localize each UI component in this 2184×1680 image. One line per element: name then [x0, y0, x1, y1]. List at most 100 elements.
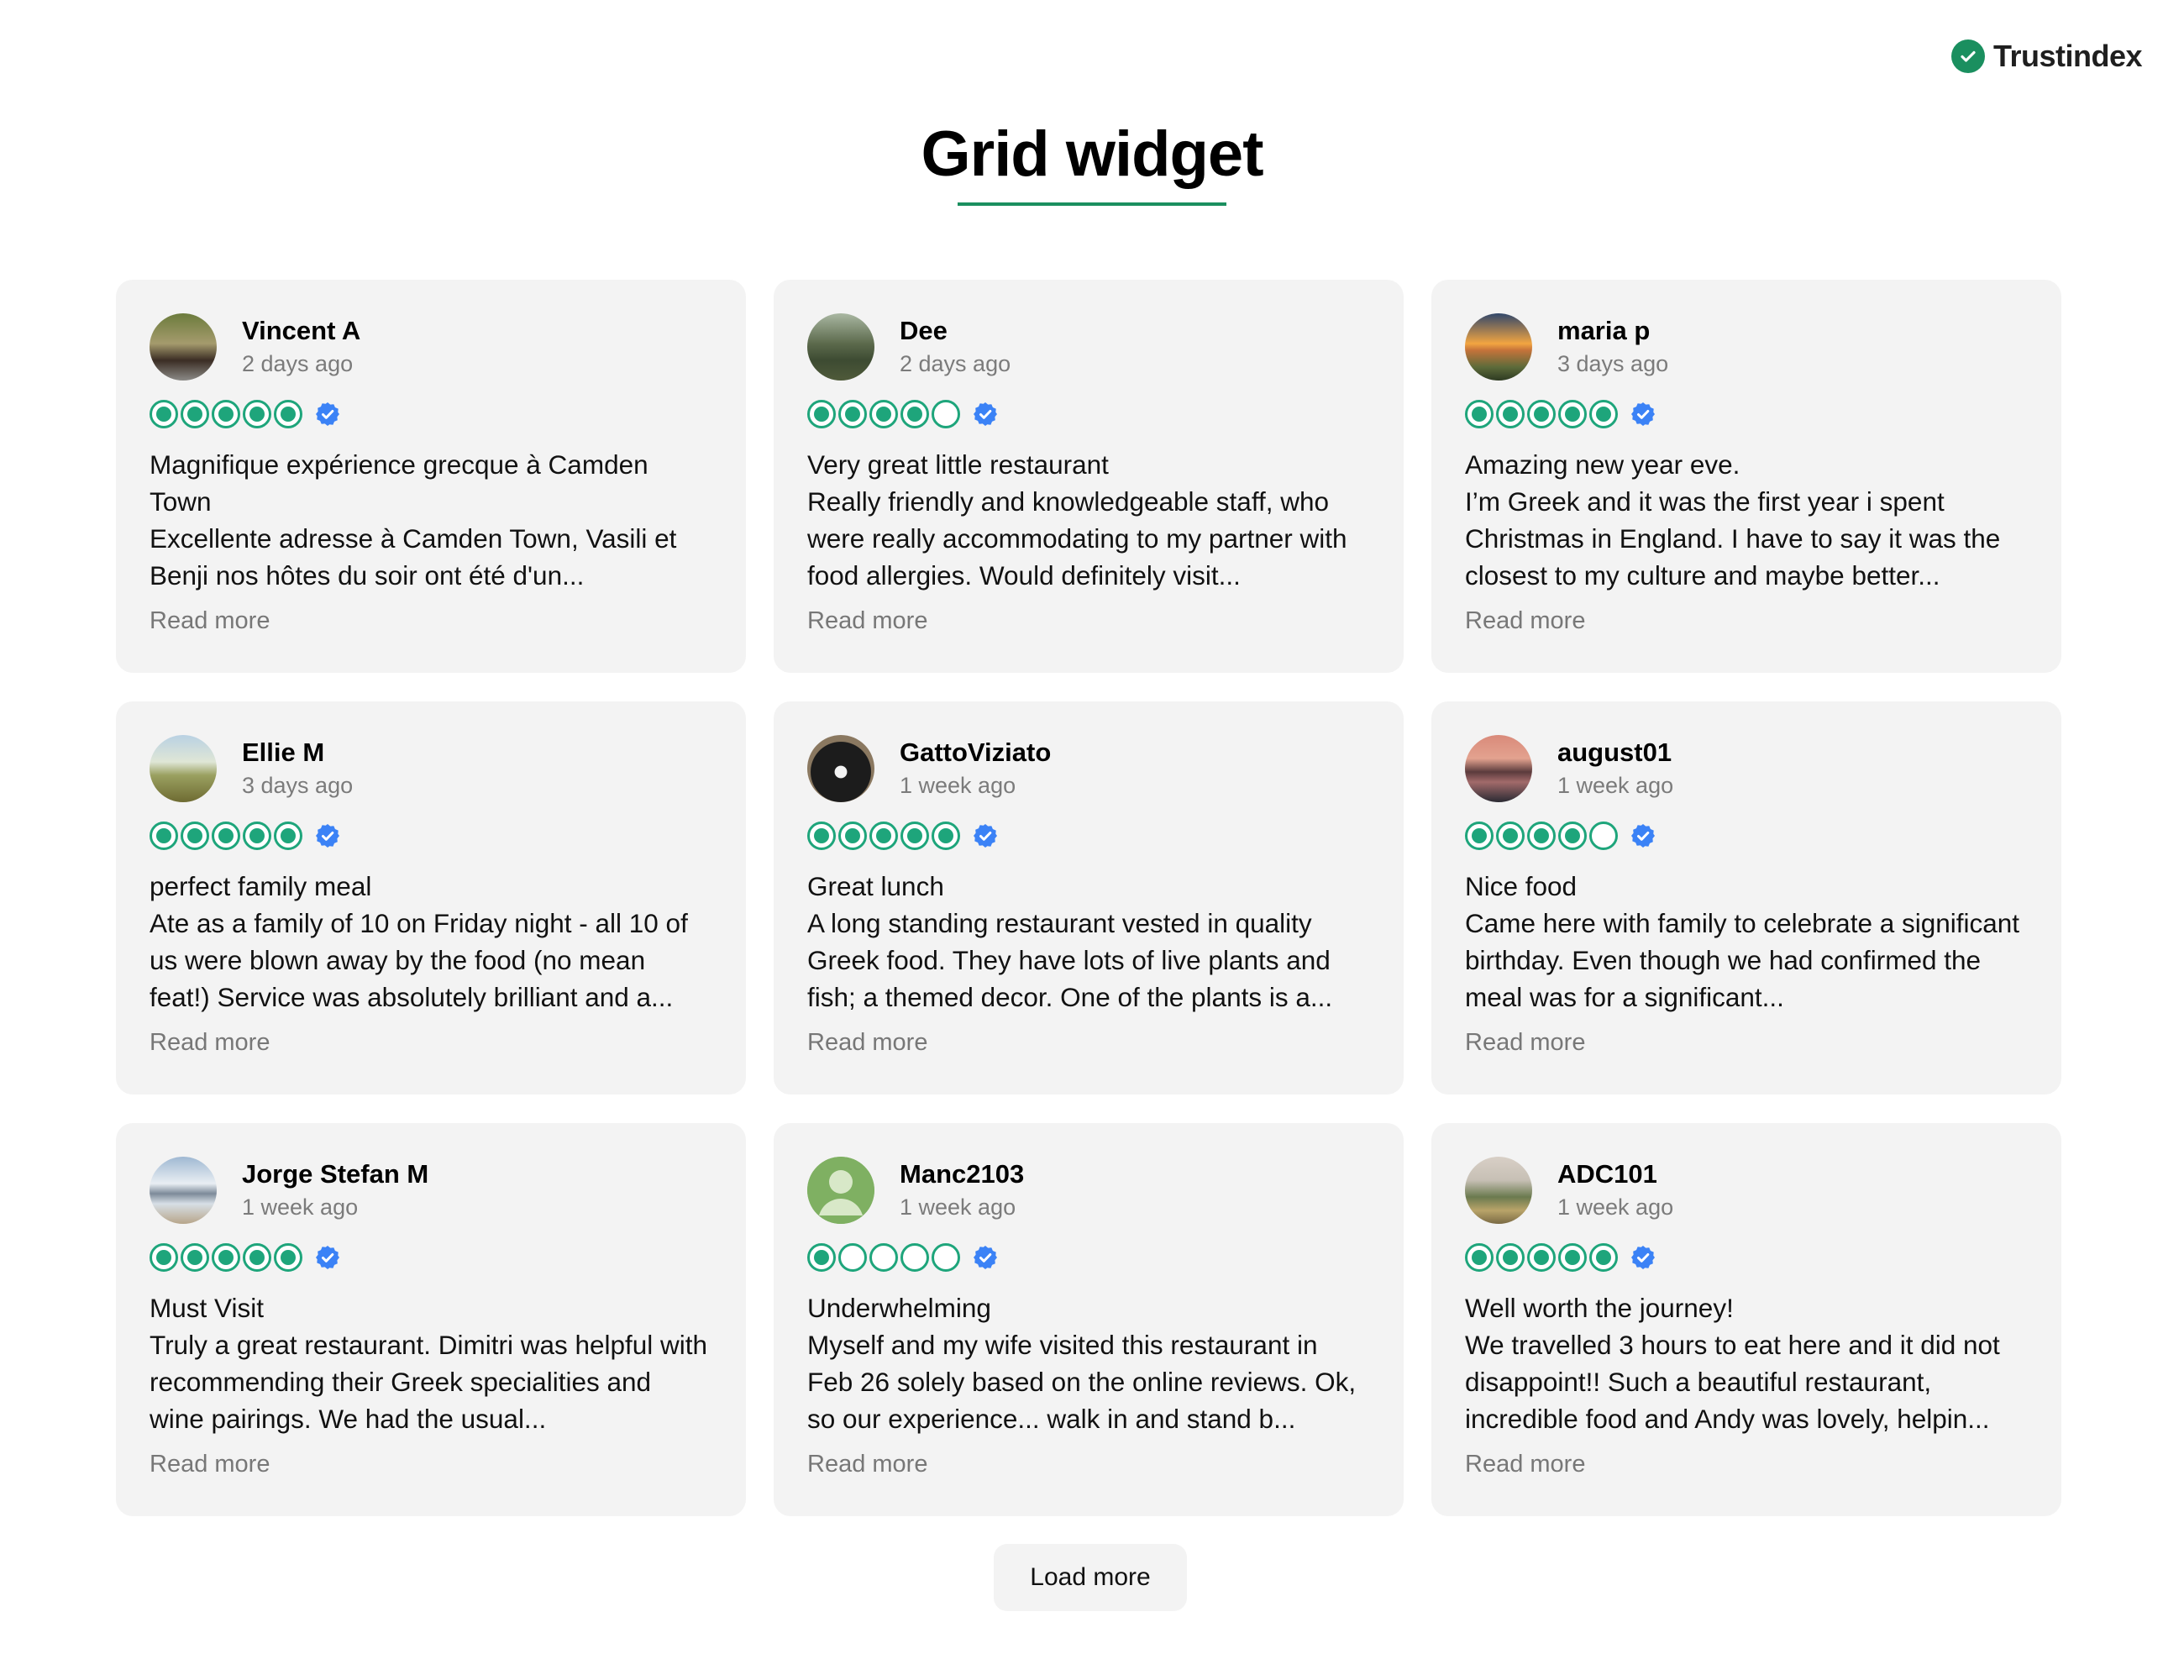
star-filled-icon: [150, 400, 178, 428]
verified-badge-icon: [972, 401, 999, 428]
verified-badge-icon: [1630, 822, 1656, 849]
star-empty-icon: [932, 1243, 960, 1272]
star-rating: [807, 822, 960, 850]
avatar: [807, 313, 874, 381]
avatar: [1465, 313, 1532, 381]
star-filled-icon: [181, 400, 209, 428]
review-title: Must Visit: [150, 1293, 264, 1323]
review-date: 1 week ago: [900, 1194, 1016, 1220]
read-more-link[interactable]: Read more: [1465, 1447, 2028, 1481]
star-filled-icon: [212, 1243, 240, 1272]
review-header: Vincent A 2 days ago: [150, 313, 712, 381]
star-filled-icon: [274, 822, 302, 850]
read-more-link[interactable]: Read more: [150, 1026, 712, 1059]
review-card: Vincent A 2 days ago Magnifique expérien…: [116, 280, 746, 673]
star-filled-icon: [1589, 400, 1618, 428]
review-header: maria p 3 days ago: [1465, 313, 2028, 381]
star-filled-icon: [274, 1243, 302, 1272]
review-title: Amazing new year eve.: [1465, 449, 1740, 480]
star-rating: [807, 1243, 960, 1272]
star-filled-icon: [274, 400, 302, 428]
rating-row: [150, 1241, 712, 1274]
review-text: perfect family meal Ate as a family of 1…: [150, 868, 712, 1016]
reviewer-name: ADC101: [1557, 1159, 1657, 1189]
read-more-link[interactable]: Read more: [1465, 1026, 2028, 1059]
review-title: perfect family meal: [150, 871, 372, 901]
rating-row: [807, 397, 1370, 431]
review-title: Great lunch: [807, 871, 944, 901]
star-filled-icon: [807, 822, 836, 850]
review-text: Must Visit Truly a great restaurant. Dim…: [150, 1289, 712, 1437]
star-filled-icon: [869, 822, 898, 850]
star-filled-icon: [1527, 1243, 1556, 1272]
star-rating: [1465, 822, 1618, 850]
star-filled-icon: [243, 400, 271, 428]
review-body: Really friendly and knowledgeable staff,…: [807, 486, 1347, 591]
star-filled-icon: [838, 400, 867, 428]
review-header: Dee 2 days ago: [807, 313, 1370, 381]
reviewer-name: Dee: [900, 316, 948, 345]
review-card: Manc2103 1 week ago Underwhelming Myself…: [774, 1123, 1404, 1516]
read-more-link[interactable]: Read more: [807, 1026, 1370, 1059]
star-filled-icon: [1558, 822, 1587, 850]
star-filled-icon: [1589, 1243, 1618, 1272]
reviewer-name: Vincent A: [242, 316, 361, 345]
review-body: I’m Greek and it was the first year i sp…: [1465, 486, 2001, 591]
review-header: GattoViziato 1 week ago: [807, 735, 1370, 802]
reviewer-name: Jorge Stefan M: [242, 1159, 429, 1189]
review-card: Jorge Stefan M 1 week ago Must Visit Tru…: [116, 1123, 746, 1516]
verified-badge-icon: [1630, 401, 1656, 428]
review-date: 1 week ago: [1557, 773, 1674, 798]
avatar: [150, 735, 217, 802]
star-filled-icon: [1558, 400, 1587, 428]
review-date: 2 days ago: [900, 351, 1011, 376]
review-text: Nice food Came here with family to celeb…: [1465, 868, 2028, 1016]
review-body: Ate as a family of 10 on Friday night - …: [150, 908, 688, 1012]
review-text: Underwhelming Myself and my wife visited…: [807, 1289, 1370, 1437]
check-circle-icon: [1950, 39, 1985, 73]
load-more-button[interactable]: Load more: [994, 1544, 1187, 1611]
review-text: Amazing new year eve. I’m Greek and it w…: [1465, 446, 2028, 594]
rating-row: [1465, 819, 2028, 853]
review-card: Ellie M 3 days ago perfect family meal A…: [116, 701, 746, 1095]
review-text: Magnifique expérience grecque à Camden T…: [150, 446, 712, 594]
review-body: We travelled 3 hours to eat here and it …: [1465, 1330, 2000, 1434]
star-rating: [1465, 1243, 1618, 1272]
read-more-link[interactable]: Read more: [807, 604, 1370, 638]
brand-logo[interactable]: Trustindex: [1950, 39, 2143, 74]
star-rating: [150, 400, 302, 428]
star-filled-icon: [869, 400, 898, 428]
review-title: Underwhelming: [807, 1293, 991, 1323]
reviewer-name: GattoViziato: [900, 738, 1052, 767]
star-filled-icon: [181, 1243, 209, 1272]
review-date: 3 days ago: [242, 773, 354, 798]
review-header: Jorge Stefan M 1 week ago: [150, 1157, 712, 1224]
page-title: Grid widget: [921, 118, 1264, 190]
avatar: [150, 313, 217, 381]
star-empty-icon: [869, 1243, 898, 1272]
review-body: Myself and my wife visited this restaura…: [807, 1330, 1357, 1434]
reviewer-name: august01: [1557, 738, 1672, 767]
star-rating: [807, 400, 960, 428]
star-filled-icon: [212, 822, 240, 850]
star-empty-icon: [900, 1243, 929, 1272]
read-more-link[interactable]: Read more: [150, 1447, 712, 1481]
review-text: Very great little restaurant Really frie…: [807, 446, 1370, 594]
star-filled-icon: [1465, 1243, 1494, 1272]
reviewer-name: Ellie M: [242, 738, 325, 767]
reviewer-name: maria p: [1557, 316, 1651, 345]
review-card: GattoViziato 1 week ago Great lunch A lo…: [774, 701, 1404, 1095]
review-header: august01 1 week ago: [1465, 735, 2028, 802]
review-title: Well worth the journey!: [1465, 1293, 1734, 1323]
star-filled-icon: [1527, 822, 1556, 850]
read-more-link[interactable]: Read more: [150, 604, 712, 638]
review-header: Manc2103 1 week ago: [807, 1157, 1370, 1224]
read-more-link[interactable]: Read more: [807, 1447, 1370, 1481]
verified-badge-icon: [314, 1244, 341, 1271]
review-card: august01 1 week ago Nice food Came here …: [1431, 701, 2061, 1095]
star-filled-icon: [900, 822, 929, 850]
read-more-link[interactable]: Read more: [1465, 604, 2028, 638]
review-body: Came here with family to celebrate a sig…: [1465, 908, 2020, 1012]
rating-row: [1465, 397, 2028, 431]
star-filled-icon: [1496, 822, 1525, 850]
